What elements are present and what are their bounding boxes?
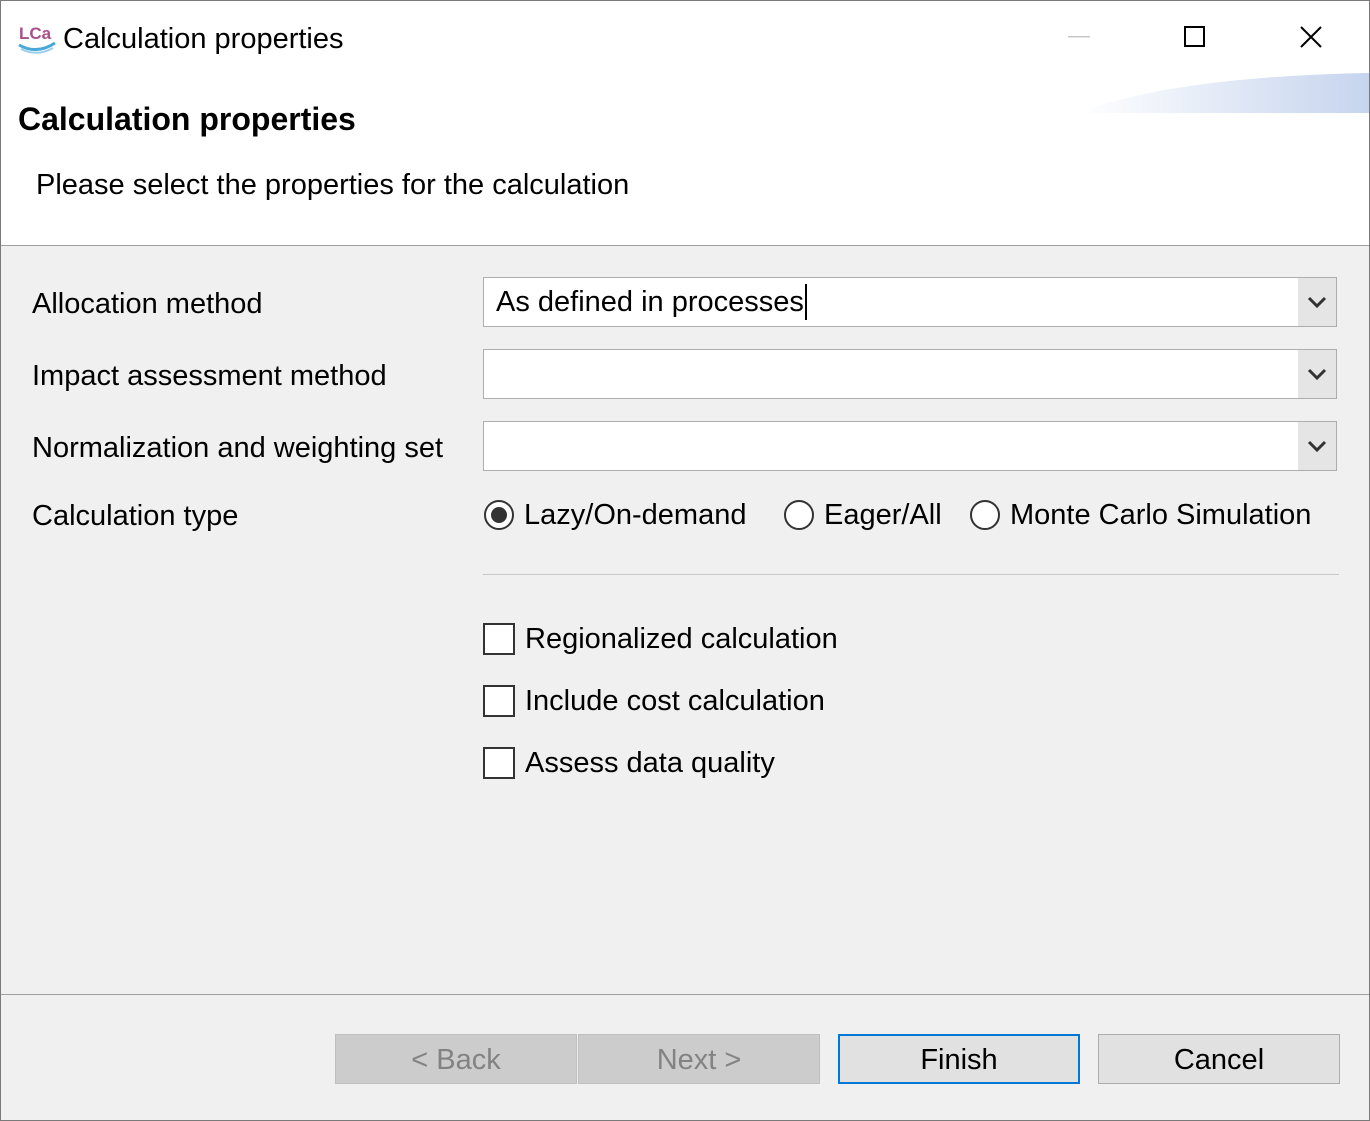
normalization-weighting-label: Normalization and weighting set bbox=[32, 432, 444, 464]
regionalized-calculation-checkbox[interactable]: Regionalized calculation bbox=[483, 621, 838, 657]
finish-button[interactable]: Finish bbox=[838, 1034, 1080, 1084]
include-cost-calculation-checkbox[interactable]: Include cost calculation bbox=[483, 683, 825, 719]
chevron-down-icon bbox=[1307, 368, 1327, 380]
title-bar: LCa Calculation properties bbox=[1, 1, 1369, 77]
checkbox-label: Regionalized calculation bbox=[525, 623, 838, 655]
close-icon bbox=[1300, 26, 1322, 48]
minimize-button[interactable] bbox=[1021, 1, 1137, 73]
banner-decoration bbox=[1079, 73, 1369, 113]
checkbox-label: Include cost calculation bbox=[525, 685, 825, 717]
checkbox-box bbox=[483, 747, 515, 779]
page-description: Please select the properties for the cal… bbox=[36, 169, 630, 201]
chevron-down-icon bbox=[1307, 440, 1327, 452]
impact-assessment-combo[interactable] bbox=[483, 349, 1337, 399]
radio-monte-carlo[interactable]: Monte Carlo Simulation bbox=[970, 497, 1311, 533]
separator bbox=[483, 574, 1339, 575]
impact-assessment-label: Impact assessment method bbox=[32, 360, 387, 392]
radio-label: Monte Carlo Simulation bbox=[1010, 499, 1312, 531]
allocation-method-combo[interactable]: As defined in processes bbox=[483, 277, 1337, 327]
allocation-method-value: As defined in processes bbox=[496, 284, 807, 320]
lca-app-icon: LCa bbox=[18, 24, 56, 54]
checkbox-box bbox=[483, 685, 515, 717]
wizard-header: Calculation properties Please select the… bbox=[1, 73, 1369, 246]
window-title: Calculation properties bbox=[63, 23, 344, 55]
normalization-dropdown-button[interactable] bbox=[1298, 422, 1336, 470]
chevron-down-icon bbox=[1307, 296, 1327, 308]
checkbox-box bbox=[483, 623, 515, 655]
minimize-icon bbox=[1068, 36, 1090, 38]
assess-data-quality-checkbox[interactable]: Assess data quality bbox=[483, 745, 775, 781]
radio-unselected-indicator bbox=[970, 500, 1000, 530]
text-caret bbox=[804, 284, 807, 320]
radio-label: Lazy/On-demand bbox=[524, 499, 747, 531]
maximize-icon bbox=[1184, 26, 1205, 47]
cancel-button[interactable]: Cancel bbox=[1098, 1034, 1340, 1084]
close-button[interactable] bbox=[1253, 1, 1369, 73]
next-button[interactable]: Next > bbox=[578, 1034, 820, 1084]
allocation-method-label: Allocation method bbox=[32, 288, 263, 320]
radio-label: Eager/All bbox=[824, 499, 942, 531]
checkbox-label: Assess data quality bbox=[525, 747, 775, 779]
svg-text:LCa: LCa bbox=[19, 24, 52, 43]
radio-lazy-on-demand[interactable]: Lazy/On-demand bbox=[484, 497, 746, 533]
radio-unselected-indicator bbox=[784, 500, 814, 530]
normalization-weighting-combo[interactable] bbox=[483, 421, 1337, 471]
allocation-dropdown-button[interactable] bbox=[1298, 278, 1336, 326]
radio-selected-indicator bbox=[484, 500, 514, 530]
back-button[interactable]: < Back bbox=[335, 1034, 577, 1084]
calculation-type-radio-group: Lazy/On-demand Eager/All Monte Carlo Sim… bbox=[1, 495, 1369, 535]
page-title: Calculation properties bbox=[18, 101, 356, 137]
calculation-properties-dialog: LCa Calculation properties Calculation p bbox=[0, 0, 1370, 1121]
button-bar-separator bbox=[1, 994, 1369, 995]
maximize-button[interactable] bbox=[1137, 1, 1253, 73]
impact-dropdown-button[interactable] bbox=[1298, 350, 1336, 398]
radio-eager-all[interactable]: Eager/All bbox=[784, 497, 942, 533]
